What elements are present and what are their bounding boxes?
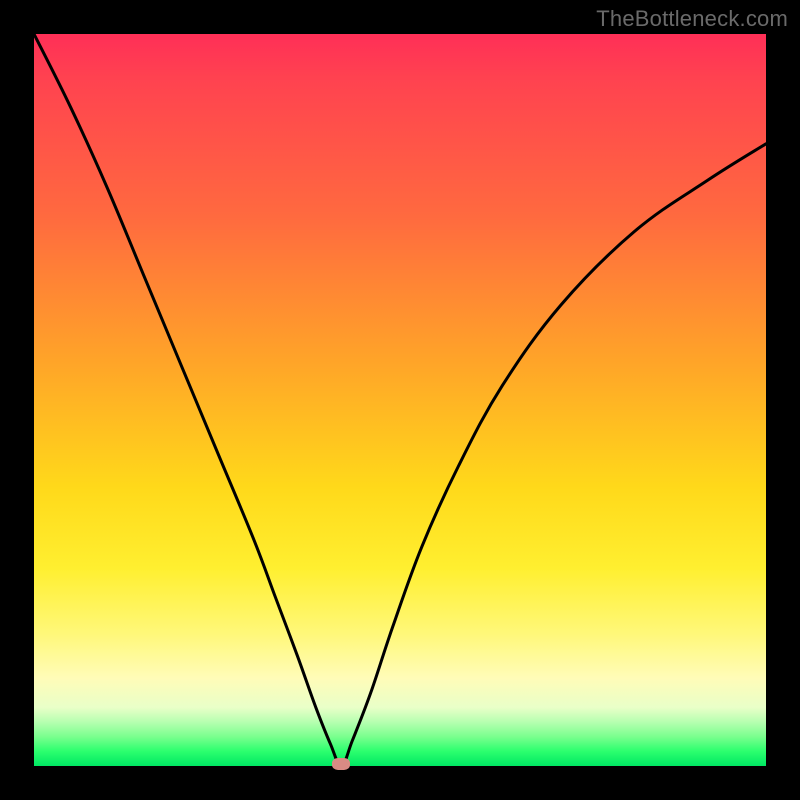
watermark-text: TheBottleneck.com: [596, 6, 788, 32]
min-marker: [332, 758, 350, 770]
curve-path: [34, 34, 766, 766]
bottleneck-curve: [34, 34, 766, 766]
plot-area: [34, 34, 766, 766]
chart-frame: TheBottleneck.com: [0, 0, 800, 800]
